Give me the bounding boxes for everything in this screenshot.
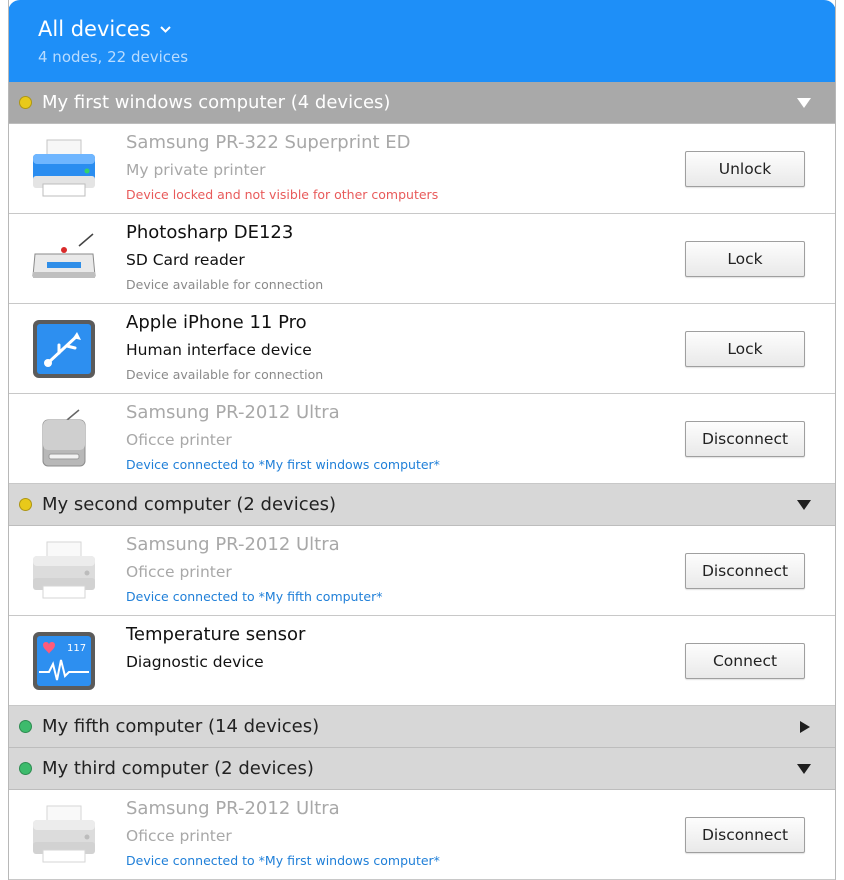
device-name: Temperature sensor <box>126 624 306 645</box>
disconnect-button[interactable]: Disconnect <box>685 817 805 853</box>
card-reader-icon <box>31 228 97 290</box>
device-info: Photosharp DE123 SD Card reader Device a… <box>126 220 635 295</box>
device-name: Photosharp DE123 <box>126 222 294 243</box>
device-status: Device connected to *My fifth computer* <box>126 589 383 604</box>
group-title: My third computer (2 devices) <box>42 758 314 779</box>
collapse-arrow-down-icon[interactable] <box>797 97 811 109</box>
status-dot-icon <box>19 498 32 511</box>
device-description: Diagnostic device <box>126 653 264 671</box>
header-subtitle: 4 nodes, 22 devices <box>38 48 189 66</box>
heart-monitor-icon: 117 <box>31 630 97 692</box>
printer-grey-icon <box>31 804 97 866</box>
group-header[interactable]: My first windows computer (4 devices) <box>9 82 835 124</box>
device-info: Apple iPhone 11 Pro Human interface devi… <box>126 310 635 385</box>
device-status: Device locked and not visible for other … <box>126 187 439 202</box>
device-description: Human interface device <box>126 341 312 359</box>
collapse-arrow-down-icon[interactable] <box>797 763 811 775</box>
devices-panel: All devices 4 nodes, 22 devices My first… <box>8 0 836 880</box>
group-header[interactable]: My second computer (2 devices) <box>9 484 835 526</box>
device-info: Samsung PR-2012 Ultra Oficce printer Dev… <box>126 796 635 871</box>
device-name: Samsung PR-322 Superprint ED <box>126 132 411 153</box>
device-row: 117 Temperature sensor Diagnostic device… <box>9 616 835 706</box>
device-description: My private printer <box>126 161 266 179</box>
device-info: Temperature sensor Diagnostic device <box>126 622 635 677</box>
heart-rate-value: 117 <box>67 643 86 654</box>
device-info: Samsung PR-2012 Ultra Oficce printer Dev… <box>126 532 635 607</box>
device-name: Samsung PR-2012 Ultra <box>126 534 340 555</box>
group-title: My fifth computer (14 devices) <box>42 716 320 737</box>
lock-button[interactable]: Lock <box>685 331 805 367</box>
printer-icon <box>31 138 97 200</box>
hard-drive-icon <box>31 408 97 470</box>
status-dot-icon <box>19 720 32 733</box>
connect-button[interactable]: Connect <box>685 643 805 679</box>
disconnect-button[interactable]: Disconnect <box>685 421 805 457</box>
device-name: Samsung PR-2012 Ultra <box>126 402 340 423</box>
usb-icon <box>31 318 97 380</box>
device-row: Apple iPhone 11 Pro Human interface devi… <box>9 304 835 394</box>
device-description: SD Card reader <box>126 251 245 269</box>
group-header[interactable]: My third computer (2 devices) <box>9 748 835 790</box>
device-row: Samsung PR-2012 Ultra Oficce printer Dev… <box>9 394 835 484</box>
device-row: Photosharp DE123 SD Card reader Device a… <box>9 214 835 304</box>
device-name: Apple iPhone 11 Pro <box>126 312 307 333</box>
status-dot-icon <box>19 96 32 109</box>
device-row: Samsung PR-2012 Ultra Oficce printer Dev… <box>9 790 835 880</box>
device-row: Samsung PR-322 Superprint ED My private … <box>9 124 835 214</box>
header: All devices 4 nodes, 22 devices <box>9 0 835 82</box>
device-row: Samsung PR-2012 Ultra Oficce printer Dev… <box>9 526 835 616</box>
device-list: My first windows computer (4 devices) Sa… <box>9 82 835 880</box>
device-info: Samsung PR-2012 Ultra Oficce printer Dev… <box>126 400 635 475</box>
device-status: Device available for connection <box>126 277 324 292</box>
device-description: Oficce printer <box>126 827 232 845</box>
device-description: Oficce printer <box>126 431 232 449</box>
unlock-button[interactable]: Unlock <box>685 151 805 187</box>
all-devices-dropdown[interactable]: All devices <box>38 16 172 42</box>
device-info: Samsung PR-322 Superprint ED My private … <box>126 130 635 205</box>
group-header[interactable]: My fifth computer (14 devices) <box>9 706 835 748</box>
device-status: Device connected to *My first windows co… <box>126 457 440 472</box>
group-title: My first windows computer (4 devices) <box>42 92 391 113</box>
status-dot-icon <box>19 762 32 775</box>
printer-grey-icon <box>31 540 97 602</box>
group-title: My second computer (2 devices) <box>42 494 337 515</box>
device-status: Device available for connection <box>126 367 324 382</box>
device-name: Samsung PR-2012 Ultra <box>126 798 340 819</box>
chevron-down-icon <box>159 25 171 33</box>
header-title: All devices <box>38 17 151 41</box>
collapse-arrow-down-icon[interactable] <box>797 499 811 511</box>
lock-button[interactable]: Lock <box>685 241 805 277</box>
expand-arrow-right-icon[interactable] <box>797 721 811 733</box>
device-description: Oficce printer <box>126 563 232 581</box>
device-status: Device connected to *My first windows co… <box>126 853 440 868</box>
disconnect-button[interactable]: Disconnect <box>685 553 805 589</box>
